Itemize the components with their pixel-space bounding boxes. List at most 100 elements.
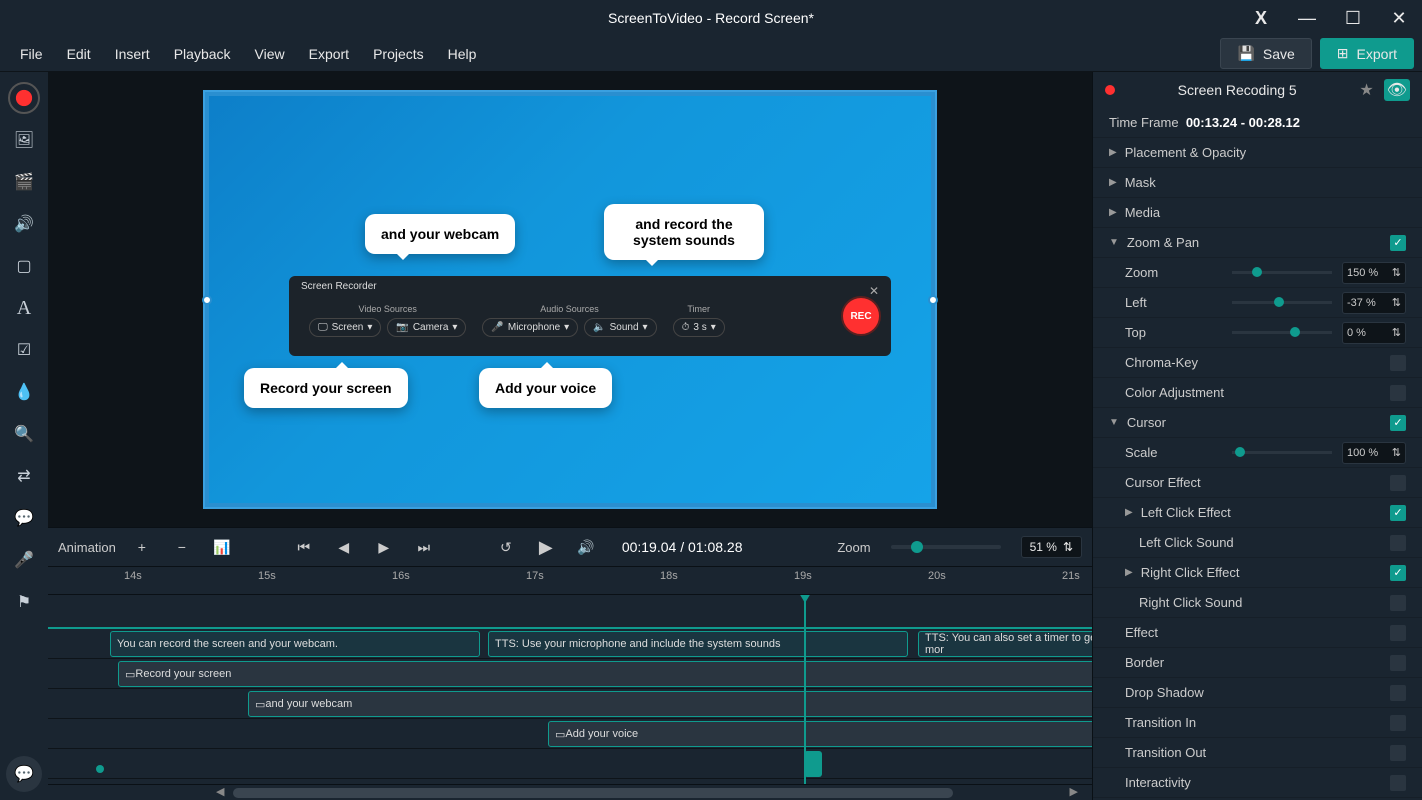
timeline-scrollbar[interactable]: ◀ ▶ xyxy=(48,784,1092,800)
star-icon[interactable]: ★ xyxy=(1359,80,1373,100)
rclick-effect-row[interactable]: ▶Right Click Effect✓ xyxy=(1093,558,1422,588)
scale-slider[interactable] xyxy=(1232,451,1332,454)
zoom-pan-checkbox[interactable]: ✓ xyxy=(1390,235,1406,251)
lclick-sound-row[interactable]: Left Click Sound xyxy=(1093,528,1422,558)
effect-section[interactable]: Effect xyxy=(1093,618,1422,648)
menu-view[interactable]: View xyxy=(243,40,297,68)
maximize-button[interactable]: ☐ xyxy=(1330,0,1376,36)
audio-tool[interactable]: 🔊 xyxy=(6,206,42,242)
add-keyframe-button[interactable]: + xyxy=(128,533,156,561)
lclick-sound-checkbox[interactable] xyxy=(1390,535,1406,551)
menu-edit[interactable]: Edit xyxy=(55,40,103,68)
menu-projects[interactable]: Projects xyxy=(361,40,436,68)
record-tool[interactable] xyxy=(6,80,42,116)
timeline-ruler[interactable]: 14s 15s 16s 17s 18s 19s 20s 21s xyxy=(48,567,1092,595)
transition-tool[interactable]: ⇄ xyxy=(6,458,42,494)
cursor-effect-row[interactable]: Cursor Effect xyxy=(1093,468,1422,498)
checkmark-tool[interactable]: ☑ xyxy=(6,332,42,368)
cursor-effect-checkbox[interactable] xyxy=(1390,475,1406,491)
minimize-button[interactable]: — xyxy=(1284,0,1330,36)
left-slider[interactable] xyxy=(1232,301,1332,304)
close-button[interactable]: ✕ xyxy=(1376,0,1422,36)
text-tool[interactable]: A xyxy=(6,290,42,326)
replay-button[interactable]: ↺ xyxy=(492,533,520,561)
menu-help[interactable]: Help xyxy=(436,40,489,68)
export-button[interactable]: ⊞ Export xyxy=(1320,38,1414,69)
clip-anno-1[interactable]: ▭ Record your screen xyxy=(118,661,1092,687)
prev-frame-button[interactable]: ◀ xyxy=(330,533,358,561)
tts-tool[interactable]: 💬 xyxy=(6,500,42,536)
chroma-section[interactable]: Chroma-Key xyxy=(1093,348,1422,378)
left-value-input[interactable]: -37 %⇅ xyxy=(1342,292,1406,314)
interactivity-section[interactable]: Interactivity xyxy=(1093,768,1422,798)
go-end-button[interactable]: ⏭ xyxy=(410,533,438,561)
chat-tool[interactable]: 💬 xyxy=(6,756,42,792)
transition-in-section[interactable]: Transition In xyxy=(1093,708,1422,738)
save-button[interactable]: 💾 Save xyxy=(1220,38,1311,69)
go-start-button[interactable]: ⏮ xyxy=(290,533,318,561)
selection-handle-right[interactable] xyxy=(928,295,938,305)
playhead[interactable] xyxy=(804,595,806,784)
zoom-pan-section[interactable]: ▼Zoom & Pan✓ xyxy=(1093,228,1422,258)
cursor-section[interactable]: ▼Cursor✓ xyxy=(1093,408,1422,438)
rclick-sound-checkbox[interactable] xyxy=(1390,595,1406,611)
mic-dropdown[interactable]: 🎤 Microphone ▾ xyxy=(482,318,578,337)
transition-out-section[interactable]: Transition Out xyxy=(1093,738,1422,768)
top-value-input[interactable]: 0 %⇅ xyxy=(1342,322,1406,344)
menu-file[interactable]: File xyxy=(8,40,55,68)
rclick-sound-row[interactable]: Right Click Sound xyxy=(1093,588,1422,618)
lclick-effect-row[interactable]: ▶Left Click Effect✓ xyxy=(1093,498,1422,528)
selection-handle-left[interactable] xyxy=(202,295,212,305)
clip-tts-2[interactable]: TTS: Use your microphone and include the… xyxy=(488,631,908,657)
animation-graph-button[interactable]: 📊 xyxy=(208,533,236,561)
clip-tts-3[interactable]: TTS: You can also set a timer to get mor xyxy=(918,631,1092,657)
rclick-checkbox[interactable]: ✓ xyxy=(1390,565,1406,581)
volume-button[interactable]: 🔊 xyxy=(572,533,600,561)
drop-shadow-checkbox[interactable] xyxy=(1390,685,1406,701)
clip-tts-1[interactable]: You can record the screen and your webca… xyxy=(110,631,480,657)
track-keyframe[interactable] xyxy=(96,765,104,773)
canvas-area[interactable]: Screen Recorder ✕ Video Sources 🖵 Screen… xyxy=(48,72,1092,527)
clip-anno-2[interactable]: ▭ and your webcam xyxy=(248,691,1092,717)
play-button[interactable]: ▶ xyxy=(532,533,560,561)
record-button[interactable]: REC xyxy=(841,296,881,336)
interactivity-checkbox[interactable] xyxy=(1390,775,1406,791)
clip-anno-3[interactable]: ▭ Add your voice xyxy=(548,721,1092,747)
image-tool[interactable]: 🖼 xyxy=(6,122,42,158)
menu-playback[interactable]: Playback xyxy=(162,40,243,68)
extra-close-button[interactable]: X xyxy=(1238,0,1284,36)
scale-value-input[interactable]: 100 %⇅ xyxy=(1342,442,1406,464)
next-frame-button[interactable]: ▶ xyxy=(370,533,398,561)
mask-section[interactable]: ▶Mask xyxy=(1093,168,1422,198)
drop-shadow-section[interactable]: Drop Shadow xyxy=(1093,678,1422,708)
sound-dropdown[interactable]: 🔈 Sound ▾ xyxy=(584,318,656,337)
top-slider[interactable] xyxy=(1232,331,1332,334)
flag-tool[interactable]: ⚑ xyxy=(6,584,42,620)
zoom-value-input[interactable]: 150 %⇅ xyxy=(1342,262,1406,284)
zoom-tool[interactable]: 🔍 xyxy=(6,416,42,452)
placement-section[interactable]: ▶Placement & Opacity xyxy=(1093,138,1422,168)
menu-export[interactable]: Export xyxy=(297,40,361,68)
cursor-checkbox[interactable]: ✓ xyxy=(1390,415,1406,431)
zoom-slider[interactable] xyxy=(1232,271,1332,274)
screen-dropdown[interactable]: 🖵 Screen ▾ xyxy=(309,318,381,337)
shape-tool[interactable]: ▢ xyxy=(6,248,42,284)
timeline-tracks[interactable]: You can record the screen and your webca… xyxy=(48,595,1092,784)
camera-dropdown[interactable]: 📷 Camera ▾ xyxy=(387,318,466,337)
chroma-checkbox[interactable] xyxy=(1390,355,1406,371)
clip-marker[interactable] xyxy=(804,751,822,777)
mic-tool[interactable]: 🎤 xyxy=(6,542,42,578)
color-adj-checkbox[interactable] xyxy=(1390,385,1406,401)
video-tool[interactable]: 🎬 xyxy=(6,164,42,200)
color-adj-section[interactable]: Color Adjustment xyxy=(1093,378,1422,408)
effect-checkbox[interactable] xyxy=(1390,625,1406,641)
canvas[interactable]: Screen Recorder ✕ Video Sources 🖵 Screen… xyxy=(205,92,935,507)
trans-in-checkbox[interactable] xyxy=(1390,715,1406,731)
eye-icon[interactable]: 👁 xyxy=(1384,79,1410,101)
zoom-value[interactable]: 51 %⇅ xyxy=(1021,536,1082,558)
trans-out-checkbox[interactable] xyxy=(1390,745,1406,761)
lclick-checkbox[interactable]: ✓ xyxy=(1390,505,1406,521)
menu-insert[interactable]: Insert xyxy=(103,40,162,68)
blur-tool[interactable]: 💧 xyxy=(6,374,42,410)
zoom-slider[interactable] xyxy=(891,545,1001,549)
